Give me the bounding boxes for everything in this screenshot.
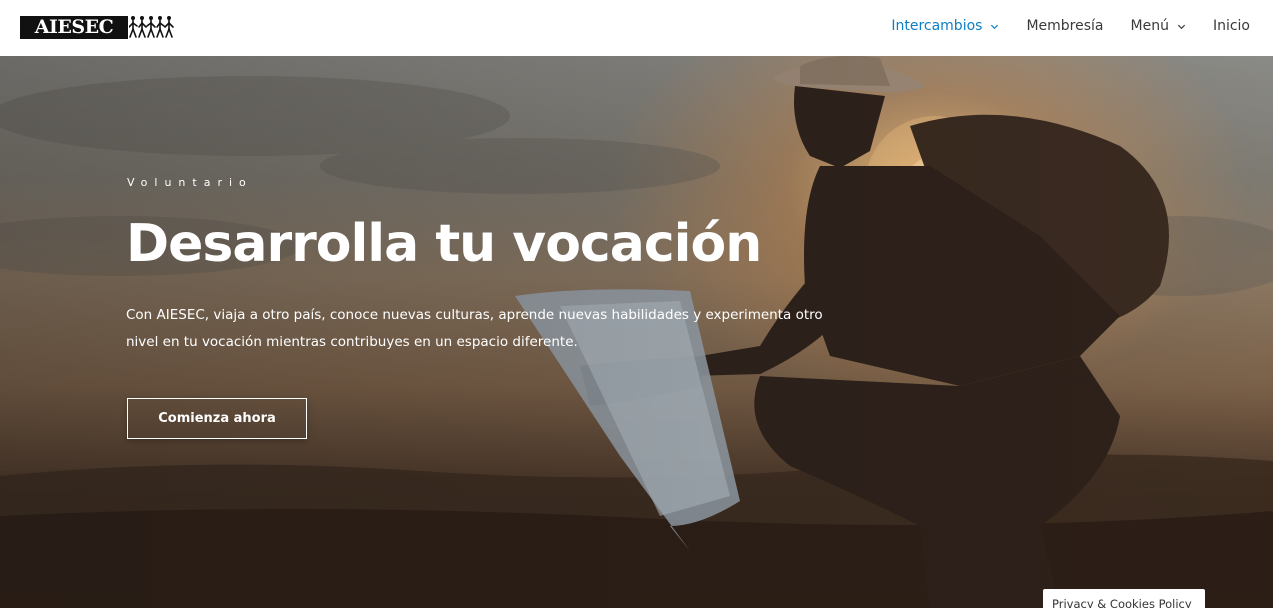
aiesec-logo[interactable]: AIESEC (20, 15, 175, 39)
privacy-cookies-link[interactable]: Privacy & Cookies Policy (1043, 589, 1205, 608)
start-now-button[interactable]: Comienza ahora (127, 398, 307, 439)
hero-eyebrow: Voluntario (127, 176, 253, 189)
hero-description: Con AIESEC, viaja a otro país, conoce nu… (126, 307, 823, 350)
logo-people-icon (129, 16, 174, 38)
nav-item-label: Intercambios (891, 18, 983, 34)
chevron-down-icon (991, 24, 999, 29)
nav-item-label: Inicio (1212, 18, 1250, 34)
chevron-down-icon (1177, 24, 1186, 29)
nav-item-intercambios[interactable]: Intercambios (891, 18, 999, 34)
logo-wordmark: AIESEC (20, 15, 128, 39)
main-nav: Intercambios Membresía Menú Inicio (864, 0, 1250, 52)
site-header: AIESEC Intercambios Membresía Menú Inici… (0, 0, 1273, 56)
nav-item-label: Membresía (1026, 18, 1104, 34)
nav-item-membresia[interactable]: Membresía (1026, 18, 1103, 34)
nav-item-label: Menú (1130, 18, 1169, 34)
nav-item-inicio[interactable]: Inicio (1213, 18, 1250, 34)
hero-section: Voluntario Desarrolla tu vocación Con AI… (0, 56, 1273, 608)
nav-item-menu[interactable]: Menú (1131, 18, 1186, 34)
hero-title: Desarrolla tu vocación (126, 214, 762, 274)
